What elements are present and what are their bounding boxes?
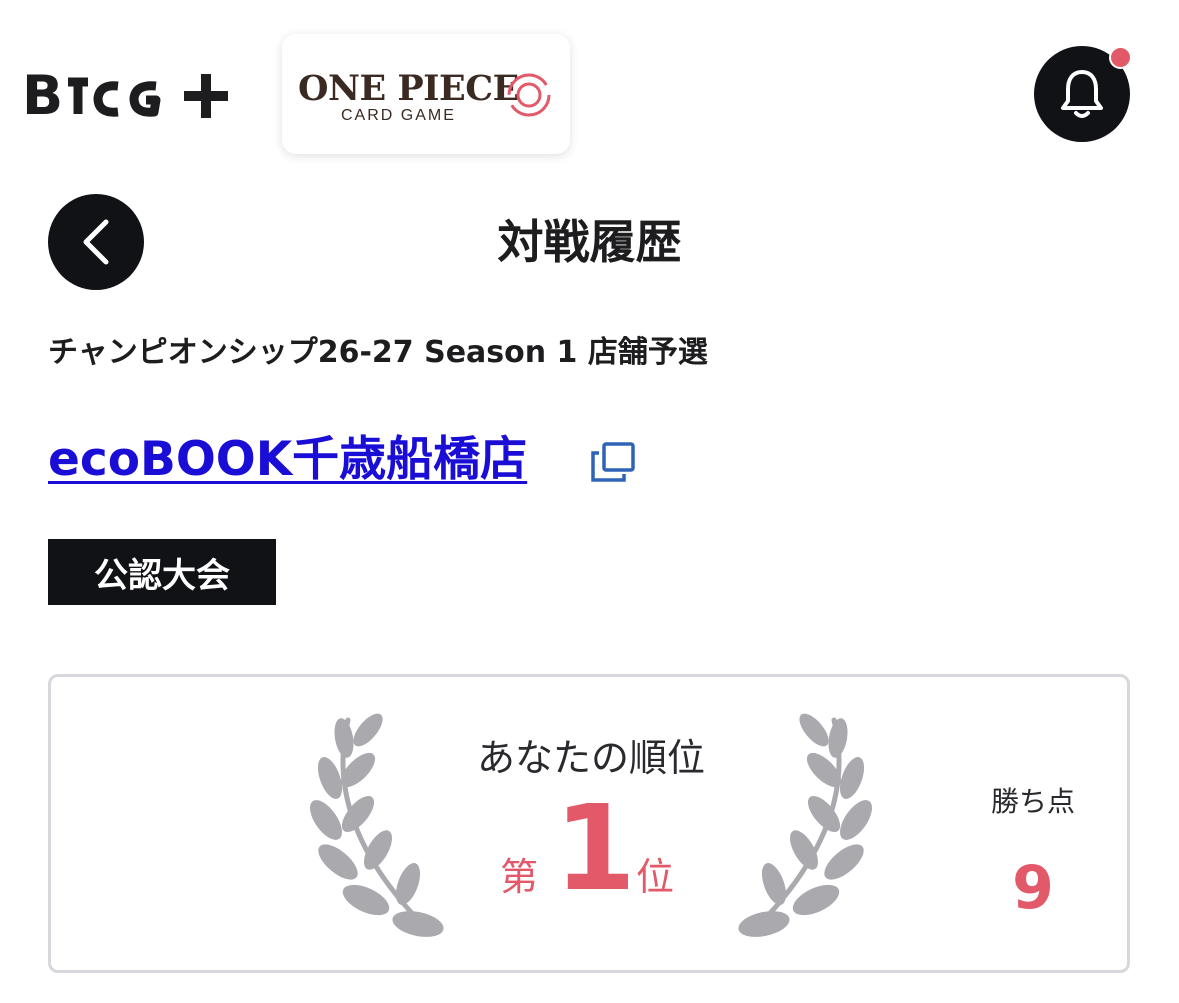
svg-text:B: B	[22, 64, 63, 126]
game-logo-subtitle: CARD GAME	[341, 107, 456, 124]
page-title: 対戦履歴	[497, 215, 682, 269]
switch-game-icon	[507, 73, 551, 117]
rank-suffix: 位	[636, 855, 675, 899]
notification-badge-dot	[1109, 46, 1132, 69]
event-type-badge: 公認大会	[48, 539, 276, 605]
rank-label: あなたの順位	[476, 736, 705, 780]
rank-value: 1	[553, 779, 637, 917]
external-link-icon[interactable]	[590, 441, 636, 483]
game-logo-title: ONE PIECE	[298, 68, 519, 109]
store-link[interactable]: ecoBOOK千歳船橋店	[48, 428, 527, 492]
bell-icon	[1061, 70, 1103, 118]
event-name: チャンピオンシップ26-27 Season 1 店舗予選	[48, 335, 708, 370]
points-label: 勝ち点	[990, 785, 1075, 818]
rank-prefix: 第	[500, 855, 539, 899]
bushiroad-tcg-plus-logo[interactable]: B	[22, 62, 237, 126]
one-piece-card-game-logo[interactable]: ONE PIECE CARD GAME	[282, 34, 570, 154]
points-value: 9	[1012, 853, 1054, 923]
